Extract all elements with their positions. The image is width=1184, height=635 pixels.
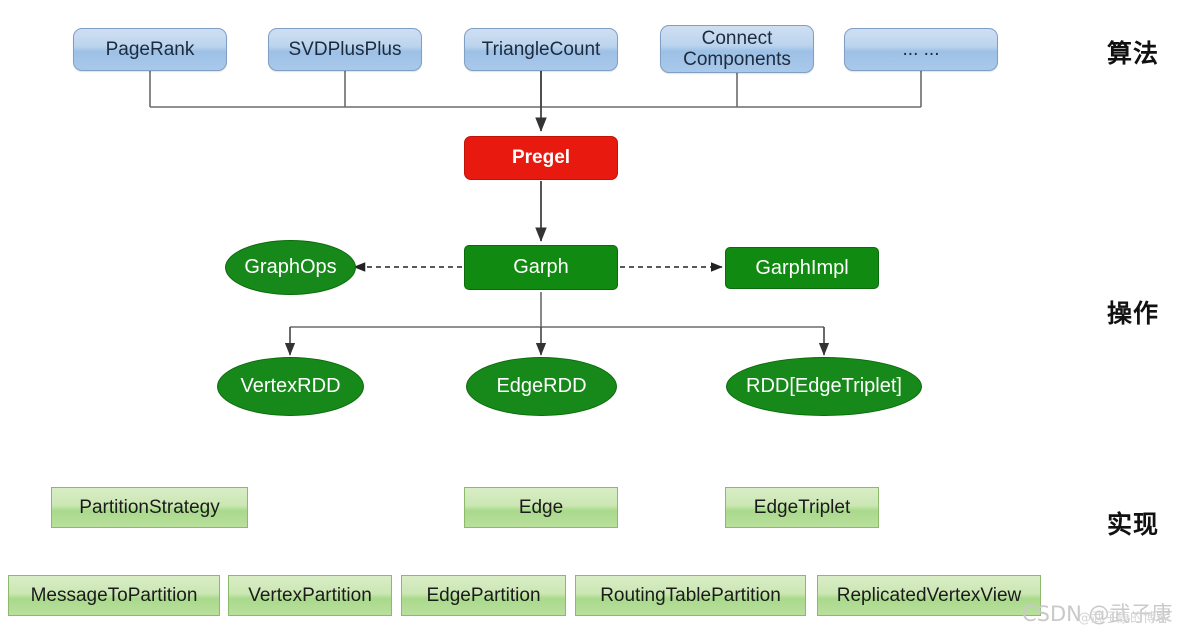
algorithm-node-trianglecount[interactable]: TriangleCount <box>464 28 618 71</box>
implementation-node-messagetopartition[interactable]: MessageToPartition <box>8 575 220 616</box>
category-label-implementation: 实现 <box>1107 510 1160 539</box>
implementation-node-partitionstrategy[interactable]: PartitionStrategy <box>51 487 248 528</box>
implementation-node-routingtablepartition[interactable]: RoutingTablePartition <box>575 575 806 616</box>
rdd-node-vertexrdd[interactable]: VertexRDD <box>217 357 364 416</box>
watermark-sub-text: @武子康的博客 <box>1078 611 1170 626</box>
rdd-node-edgerdd[interactable]: EdgeRDD <box>466 357 617 416</box>
pregel-node[interactable]: Pregel <box>464 136 618 180</box>
operation-node-garph[interactable]: Garph <box>464 245 618 290</box>
algorithm-node-connect-components[interactable]: Connect Components <box>660 25 814 73</box>
connector-lines <box>149 71 922 356</box>
algorithm-node-ellipsis[interactable]: ... ... <box>844 28 998 71</box>
implementation-node-edge[interactable]: Edge <box>464 487 618 528</box>
algorithm-node-svdplusplus[interactable]: SVDPlusPlus <box>268 28 422 71</box>
operation-node-garphimpl[interactable]: GarphImpl <box>725 247 879 289</box>
diagram-canvas: PageRank SVDPlusPlus TriangleCount Conne… <box>0 0 1184 635</box>
implementation-node-edgetriplet[interactable]: EdgeTriplet <box>725 487 879 528</box>
category-label-operation: 操作 <box>1107 299 1160 328</box>
category-label-algorithm: 算法 <box>1107 39 1160 68</box>
operation-node-graphops[interactable]: GraphOps <box>225 240 356 295</box>
implementation-node-replicatedvertexview[interactable]: ReplicatedVertexView <box>817 575 1041 616</box>
rdd-node-rdd-edgetriplet[interactable]: RDD[EdgeTriplet] <box>726 357 922 416</box>
implementation-node-edgepartition[interactable]: EdgePartition <box>401 575 566 616</box>
csdn-watermark: CSDN @武子康 @武子康的博客 <box>1022 598 1173 628</box>
implementation-node-vertexpartition[interactable]: VertexPartition <box>228 575 392 616</box>
algorithm-node-pagerank[interactable]: PageRank <box>73 28 227 71</box>
